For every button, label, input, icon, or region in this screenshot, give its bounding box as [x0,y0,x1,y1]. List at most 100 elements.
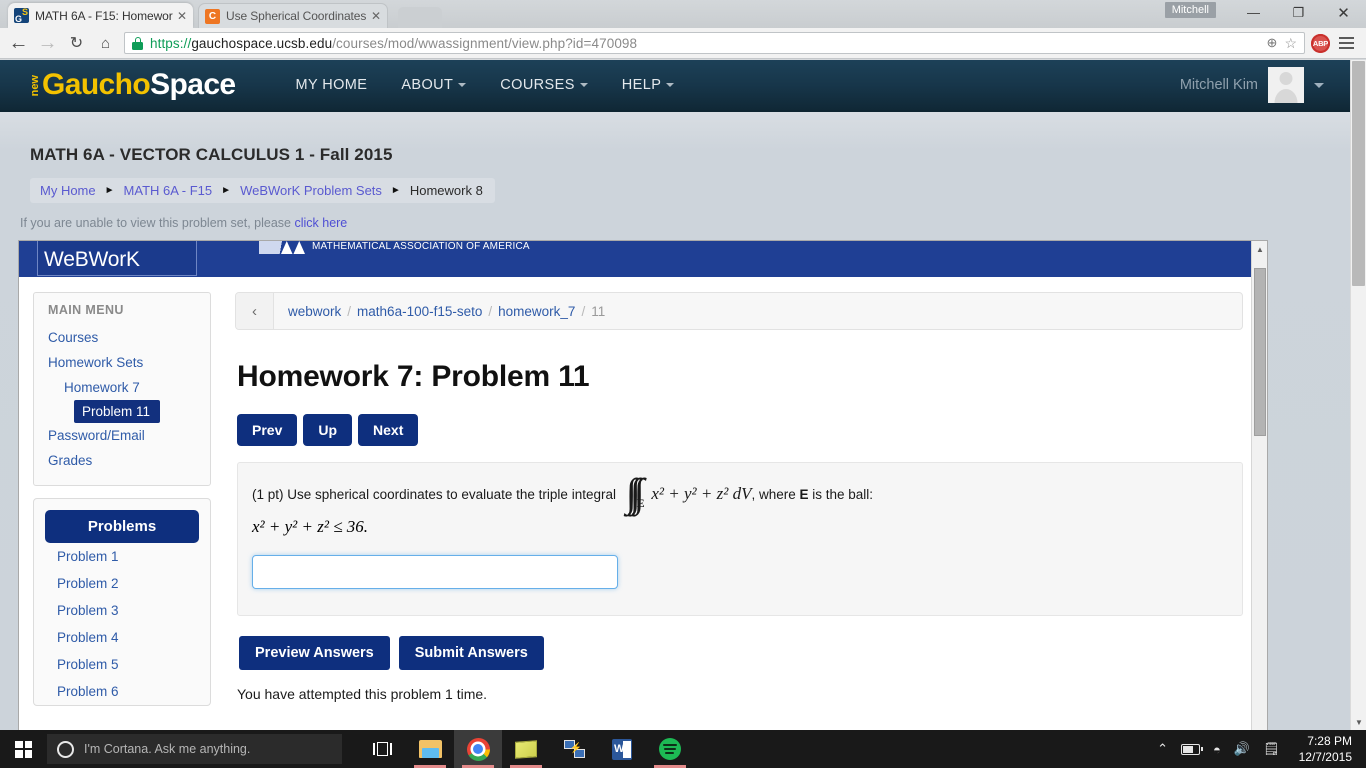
page-title: MATH 6A - VECTOR CALCULUS 1 - Fall 2015 [30,145,393,164]
sidebar-item-homework-7[interactable]: Homework 7 [34,375,210,400]
submit-answers-button[interactable]: Submit Answers [398,636,544,671]
chevron-down-icon [666,83,675,88]
window-user-chip[interactable]: Mitchell [1164,2,1216,18]
answer-action-buttons: Preview Answers Submit Answers [239,636,1243,671]
problem-text-after-a: , where [751,487,800,502]
gauchospace-logo[interactable]: new GauchoSpace [29,68,236,101]
chevron-down-icon[interactable] [1314,82,1324,88]
bookmark-star-icon[interactable]: ☆ [1284,35,1297,52]
sidebar-item-password-email[interactable]: Password/Email [34,423,210,448]
breadcrumb-item-course[interactable]: MATH 6A - F15 [124,183,213,198]
scroll-down-icon[interactable]: ▼ [1351,714,1366,730]
problem-text-before: Use spherical coordinates to evaluate th… [287,487,616,502]
back-chevron-icon[interactable]: ‹ [236,293,274,329]
show-hidden-icons-chevron-icon[interactable]: ⌃ [1157,741,1168,757]
page-scrollbar-thumb[interactable] [1352,61,1365,286]
system-tray: ⌃ ◓ 🔊 🗒 7:28 PM 12/7/2015 [1157,733,1366,765]
forward-icon[interactable]: → [33,29,62,58]
volume-icon[interactable]: 🔊 [1234,741,1250,757]
scroll-up-icon[interactable]: ▲ [1252,241,1267,258]
nav-item-courses[interactable]: COURSES [500,77,588,93]
problem-link-5[interactable]: Problem 5 [45,651,199,678]
task-view-button[interactable] [358,730,406,768]
maximize-button[interactable]: ❐ [1276,0,1321,25]
wifi-icon[interactable]: ◓ [1213,742,1221,757]
nav-item-help[interactable]: HELP [622,77,675,93]
sticky-notes-button[interactable] [502,730,550,768]
browser-tab-1[interactable]: MATH 6A - F15: Homewor ✕ [8,3,193,28]
chrome-button[interactable] [454,730,502,768]
sidebar-item-courses[interactable]: Courses [34,325,210,350]
close-button[interactable]: ✕ [1321,0,1366,25]
prev-button[interactable]: Prev [237,414,298,446]
notice-click-here-link[interactable]: click here [294,216,347,230]
integrand-expression: x² + y² + z² dV [651,484,752,503]
ww-crumb-webwork[interactable]: webwork [288,304,341,319]
nav-item-my-home[interactable]: MY HOME [295,77,367,93]
breadcrumb-item-current: Homework 8 [409,183,483,198]
reload-icon[interactable]: ↻ [62,29,91,58]
browser-tab-2[interactable]: C Use Spherical Coordinates ✕ [198,3,388,28]
battery-icon[interactable] [1181,743,1204,755]
address-bar[interactable]: https://gauchospace.ucsb.edu/courses/mod… [124,32,1305,54]
breadcrumb-separator-icon: ► [390,185,401,196]
webwork-logo[interactable]: WeBWorK [37,241,197,276]
answer-input[interactable] [252,555,618,590]
url-scheme: https:// [150,35,192,51]
maa-label: MATHEMATICAL ASSOCIATION OF AMERICA [312,241,530,252]
file-explorer-button[interactable] [406,730,454,768]
action-center-icon[interactable]: 🗒 [1263,741,1280,757]
problem-link-6[interactable]: Problem 6 [45,678,199,705]
new-tab-button[interactable] [398,7,442,28]
sidebar-item-homework-sets[interactable]: Homework Sets [34,350,210,375]
ww-crumb-course[interactable]: math6a-100-f15-seto [357,304,482,319]
start-button[interactable] [0,730,47,768]
zoom-icon[interactable]: ⊕ [1267,35,1278,51]
minimize-button[interactable]: — [1231,0,1276,25]
next-button[interactable]: Next [358,414,419,446]
taskbar-clock[interactable]: 7:28 PM 12/7/2015 [1293,733,1362,765]
file-explorer-icon [418,740,442,758]
back-icon[interactable]: ← [4,29,33,58]
preview-answers-button[interactable]: Preview Answers [239,636,390,671]
sidebar-item-grades[interactable]: Grades [34,448,210,473]
spotify-button[interactable] [646,730,694,768]
ww-crumb-separator: / [581,303,586,319]
tab-2-close-icon[interactable]: ✕ [371,10,381,22]
problem-link-4[interactable]: Problem 4 [45,624,199,651]
tab-1-close-icon[interactable]: ✕ [177,10,187,22]
word-button[interactable]: W [598,730,646,768]
chrome-menu-icon[interactable] [1334,37,1358,49]
logo-space-text: Space [150,68,236,101]
problem-link-2[interactable]: Problem 2 [45,570,199,597]
adblock-plus-icon[interactable]: ABP [1311,33,1330,53]
breadcrumb-item-problem-sets[interactable]: WeBWorK Problem Sets [240,183,382,198]
iframe-scrollbar-thumb[interactable] [1254,268,1266,436]
webwork-body: MAIN MENU Courses Homework Sets Homework… [19,278,1267,730]
ww-crumb-homework[interactable]: homework_7 [498,304,575,319]
region-symbol: E [799,487,809,502]
problem-link-3[interactable]: Problem 3 [45,597,199,624]
sidebar-item-problem-11-selected[interactable]: Problem 11 [74,400,161,423]
chrome-icon [466,737,490,761]
problem-box: (1 pt) Use spherical coordinates to eval… [237,462,1243,617]
iframe-scrollbar[interactable]: ▲ [1251,241,1267,730]
page-scrollbar[interactable]: ▼ [1350,60,1366,730]
up-button[interactable]: Up [303,414,353,446]
omnibox-actions: ⊕ ☆ [1267,35,1300,52]
page-viewport: new GauchoSpace MY HOME ABOUT COURSES HE… [0,60,1366,730]
webwork-breadcrumb: webwork / math6a-100-f15-seto / homework… [274,293,605,329]
home-icon[interactable]: ⌂ [91,29,120,58]
problems-button[interactable]: Problems [45,510,199,543]
remote-desktop-button[interactable] [550,730,598,768]
browser-window: MATH 6A - F15: Homewor ✕ C Use Spherical… [0,0,1366,730]
attempt-status-text: You have attempted this problem 1 time. [237,686,488,703]
breadcrumb-item-my-home[interactable]: My Home [40,183,96,198]
nav-item-about[interactable]: ABOUT [401,77,467,93]
cortana-search-box[interactable]: I'm Cortana. Ask me anything. [47,734,342,764]
user-menu[interactable]: Mitchell Kim [1180,67,1324,103]
maa-logo: MATHEMATICAL ASSOCIATION OF AMERICA [259,241,530,254]
problem-link-1[interactable]: Problem 1 [45,543,199,570]
nav-item-my-home-label: MY HOME [295,77,368,93]
problem-heading: Homework 7: Problem 11 [237,360,590,393]
